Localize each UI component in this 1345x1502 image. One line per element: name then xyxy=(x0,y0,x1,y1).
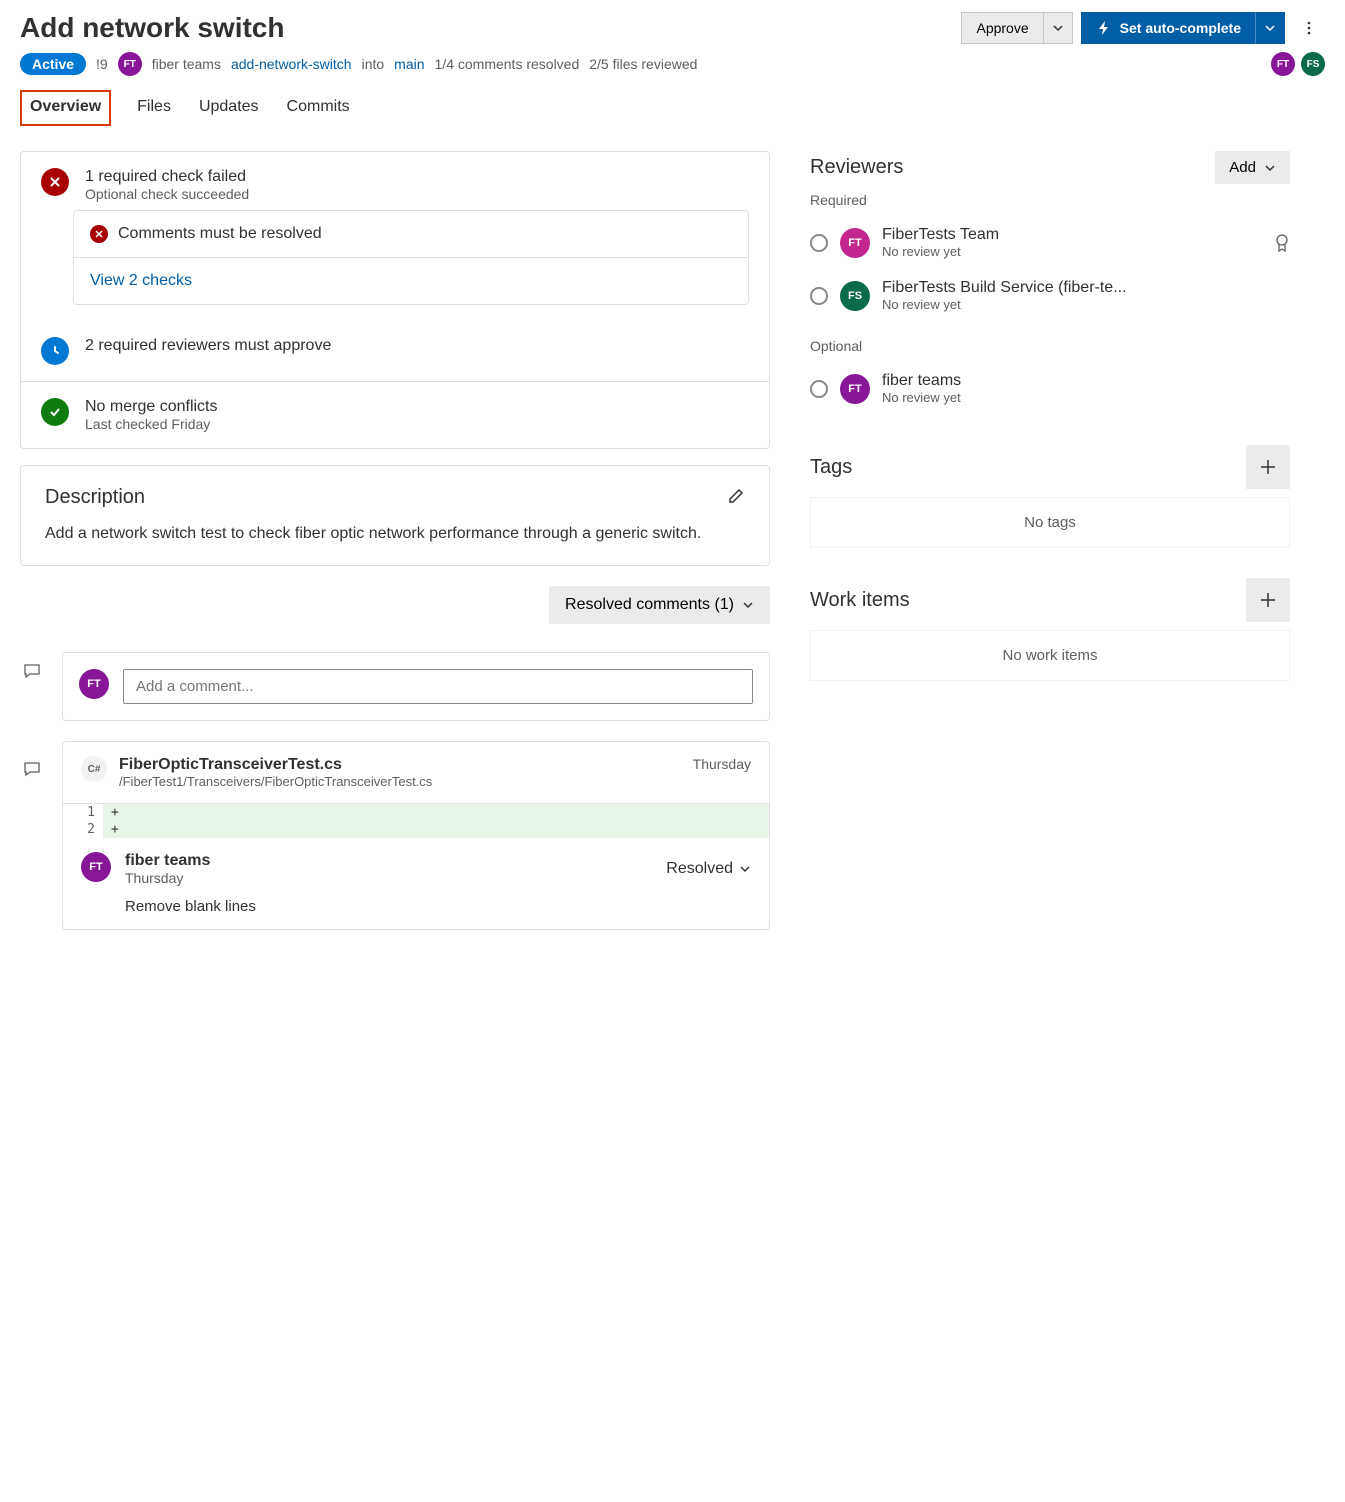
no-conflicts-text: No merge conflicts xyxy=(85,398,218,416)
tags-heading: Tags xyxy=(810,456,852,479)
chevron-down-icon xyxy=(1052,22,1064,34)
reviewers-heading: Reviewers xyxy=(810,156,903,179)
add-label: Add xyxy=(1229,159,1256,176)
reviewer-name: fiber teams xyxy=(882,372,1290,390)
check-must-resolve: Comments must be resolved xyxy=(118,225,322,243)
file-name[interactable]: FiberOpticTransceiverTest.cs xyxy=(119,756,432,774)
reviewer-row[interactable]: FT FiberTests Team No review yet xyxy=(810,216,1290,269)
author-avatar: FT xyxy=(118,52,142,76)
check-icon xyxy=(41,398,69,426)
error-icon xyxy=(41,168,69,196)
tab-files[interactable]: Files xyxy=(135,90,173,126)
chevron-down-icon xyxy=(739,863,751,875)
commenter-avatar: FT xyxy=(81,852,111,882)
reviewer-status: No review yet xyxy=(882,390,1290,405)
description-text: Add a network switch test to check fiber… xyxy=(45,523,745,545)
commenter-name: fiber teams xyxy=(125,852,210,870)
line-number: 2 xyxy=(63,821,103,838)
more-vertical-icon xyxy=(1301,20,1317,36)
tab-overview[interactable]: Overview xyxy=(20,90,111,126)
thread-status-label: Resolved xyxy=(666,860,733,878)
source-branch[interactable]: add-network-switch xyxy=(231,56,352,72)
filter-label: Resolved comments (1) xyxy=(565,596,734,614)
work-items-empty: No work items xyxy=(810,630,1290,681)
lightning-icon xyxy=(1096,20,1112,36)
reviewer-row[interactable]: FS FiberTests Build Service (fiber-te...… xyxy=(810,269,1290,322)
edit-description-button[interactable] xyxy=(727,487,745,508)
target-branch[interactable]: main xyxy=(394,56,424,72)
description-heading: Description xyxy=(45,486,145,509)
comment-filter-button[interactable]: Resolved comments (1) xyxy=(549,586,770,624)
required-label: Required xyxy=(810,192,1290,208)
add-tag-button[interactable] xyxy=(1246,445,1290,489)
tab-commits[interactable]: Commits xyxy=(285,90,352,126)
set-autocomplete-button[interactable]: Set auto-complete xyxy=(1081,12,1255,44)
optional-label: Optional xyxy=(810,338,1290,354)
comments-summary: 1/4 comments resolved xyxy=(435,56,580,72)
reviewers-required-text: 2 required reviewers must approve xyxy=(85,337,331,355)
chevron-down-icon xyxy=(742,599,754,611)
add-comment-card: FT xyxy=(62,652,770,721)
approve-dropdown[interactable] xyxy=(1043,12,1073,44)
thread-status-button[interactable]: Resolved xyxy=(666,860,751,878)
autocomplete-label: Set auto-complete xyxy=(1120,20,1241,36)
plus-icon xyxy=(1259,458,1277,476)
view-checks-link[interactable]: View 2 checks xyxy=(90,272,192,290)
ribbon-icon xyxy=(1274,233,1290,253)
pr-id: !9 xyxy=(96,56,108,72)
description-card: Description Add a network switch test to… xyxy=(20,465,770,566)
tabs: Overview Files Updates Commits xyxy=(20,90,1325,127)
reviewer-avatar-ft[interactable]: FT xyxy=(1271,52,1295,76)
checks-card: 1 required check failed Optional check s… xyxy=(20,151,770,449)
chevron-down-icon xyxy=(1264,162,1276,174)
reviewer-avatar: FS xyxy=(840,281,870,311)
comment-icon xyxy=(23,662,41,680)
language-badge: C# xyxy=(81,756,107,782)
diff-block: 1+ 2+ xyxy=(63,804,769,838)
diff-line: + xyxy=(103,821,769,838)
reviewer-avatar: FT xyxy=(840,374,870,404)
diff-line: + xyxy=(103,804,769,821)
autocomplete-dropdown[interactable] xyxy=(1255,12,1285,44)
tab-updates[interactable]: Updates xyxy=(197,90,261,126)
vote-ring-icon xyxy=(810,380,828,398)
add-reviewer-button[interactable]: Add xyxy=(1215,151,1290,184)
code-time: Thursday xyxy=(693,756,751,772)
tags-empty: No tags xyxy=(810,497,1290,548)
author-name: fiber teams xyxy=(152,56,221,72)
checks-failed-title: 1 required check failed xyxy=(85,168,249,186)
reviewer-name: FiberTests Build Service (fiber-te... xyxy=(882,279,1290,297)
reviewer-status: No review yet xyxy=(882,244,1262,259)
add-work-item-button[interactable] xyxy=(1246,578,1290,622)
reviewer-status: No review yet xyxy=(882,297,1290,312)
reviewer-avatar-fs[interactable]: FS xyxy=(1301,52,1325,76)
approve-button[interactable]: Approve xyxy=(961,12,1042,44)
reviewer-row[interactable]: FT fiber teams No review yet xyxy=(810,362,1290,415)
comment-icon xyxy=(23,760,41,778)
files-summary: 2/5 files reviewed xyxy=(589,56,697,72)
reviewer-avatar: FT xyxy=(840,228,870,258)
comment-time: Thursday xyxy=(125,870,210,886)
plus-icon xyxy=(1259,591,1277,609)
status-badge: Active xyxy=(20,53,86,75)
line-number: 1 xyxy=(63,804,103,821)
vote-ring-icon xyxy=(810,287,828,305)
current-user-avatar: FT xyxy=(79,669,109,699)
reviewer-name: FiberTests Team xyxy=(882,226,1262,244)
file-path: /FiberTest1/Transceivers/FiberOpticTrans… xyxy=(119,774,432,789)
code-thread-card: C# FiberOpticTransceiverTest.cs /FiberTe… xyxy=(62,741,770,930)
vote-ring-icon xyxy=(810,234,828,252)
comment-input[interactable] xyxy=(123,669,753,704)
comment-body: Remove blank lines xyxy=(125,898,751,915)
work-items-heading: Work items xyxy=(810,589,910,612)
clock-icon xyxy=(41,337,69,365)
chevron-down-icon xyxy=(1264,22,1276,34)
more-actions-button[interactable] xyxy=(1293,12,1325,44)
into-label: into xyxy=(362,56,385,72)
last-checked-text: Last checked Friday xyxy=(85,416,218,432)
error-icon xyxy=(90,225,108,243)
pencil-icon xyxy=(727,487,745,505)
page-title: Add network switch xyxy=(20,12,284,44)
checks-failed-sub: Optional check succeeded xyxy=(85,186,249,202)
